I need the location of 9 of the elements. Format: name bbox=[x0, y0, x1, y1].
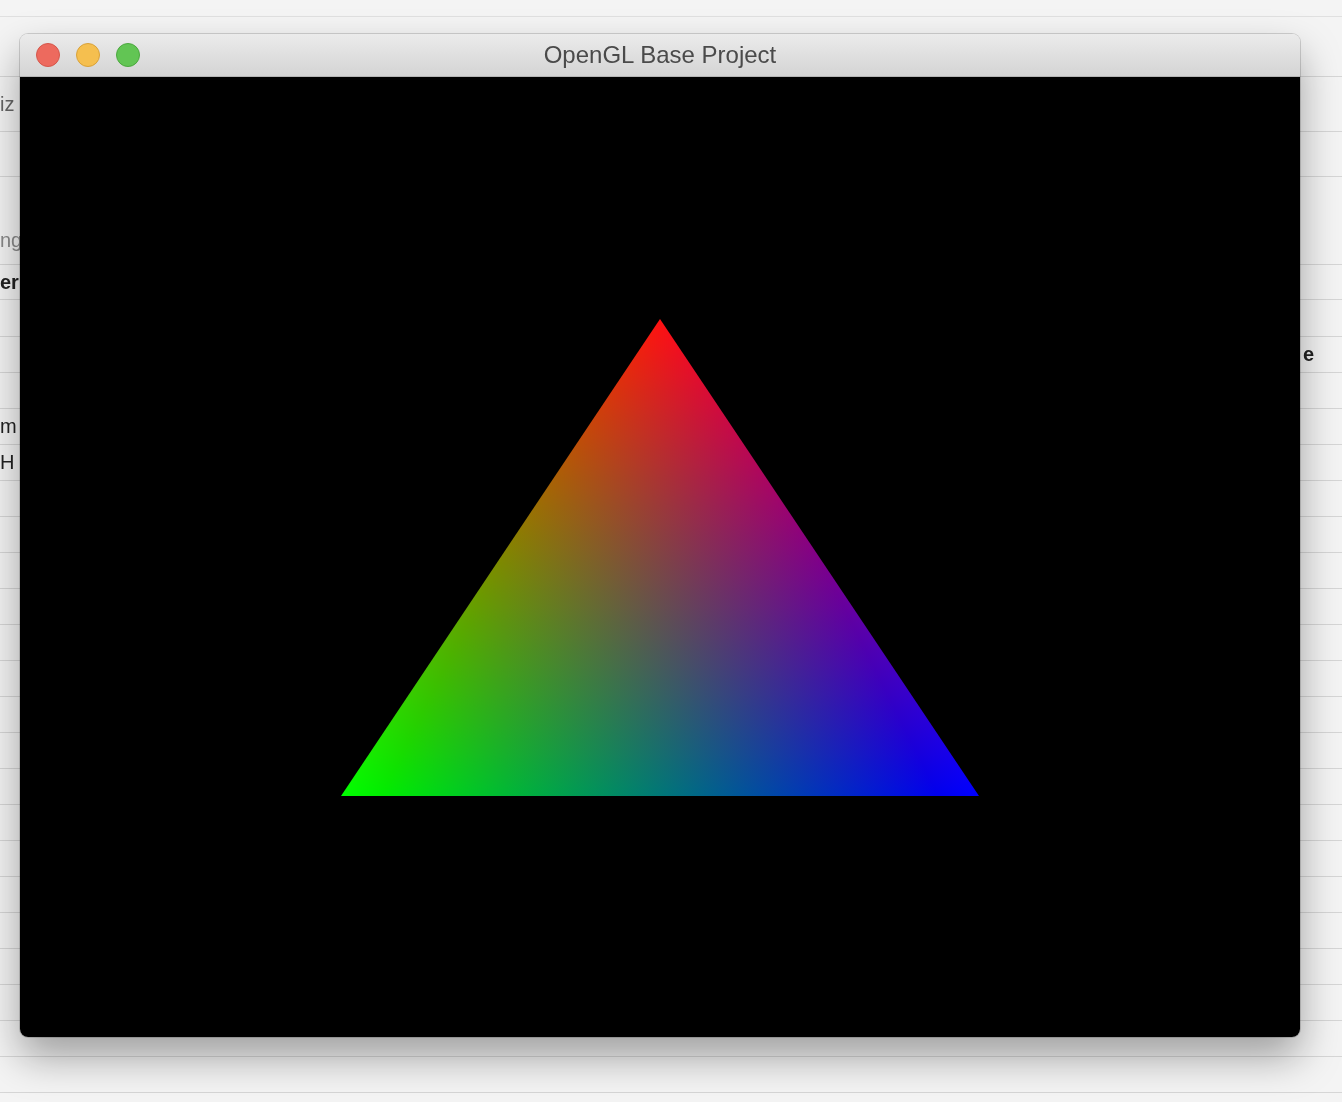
partial-text: er bbox=[0, 270, 19, 294]
partial-text: m bbox=[0, 415, 17, 438]
minimize-button[interactable] bbox=[76, 43, 100, 67]
partial-text: iz bbox=[0, 92, 15, 116]
maximize-button[interactable] bbox=[116, 43, 140, 67]
close-button[interactable] bbox=[36, 43, 60, 67]
window-title: OpenGL Base Project bbox=[543, 41, 777, 69]
partial-text: H bbox=[0, 451, 15, 474]
partial-text: e bbox=[1302, 343, 1314, 366]
